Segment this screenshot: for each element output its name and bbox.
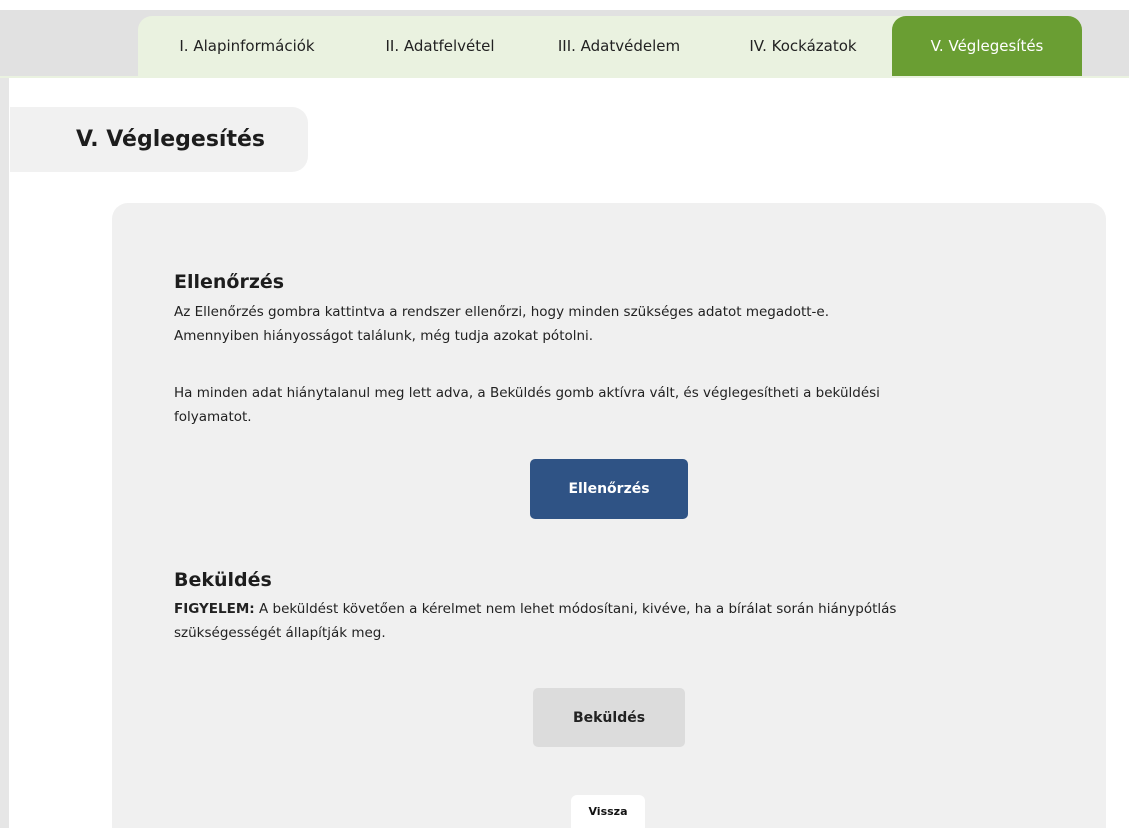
check-button[interactable]: Ellenőrzés [530,459,688,519]
submit-warning: FIGYELEM: A beküldést követően a kérelme… [174,597,1054,645]
back-button[interactable]: Vissza [571,795,645,828]
check-note-line1: Ha minden adat hiánytalanul meg lett adv… [174,385,880,401]
check-description-line2: Amennyiben hiányosságot találunk, még tu… [174,328,594,344]
warning-text: A beküldést követően a kérelmet nem lehe… [254,601,897,617]
tab-underline [0,76,1129,78]
page-title: V. Véglegesítés [10,107,308,172]
submit-section-title: Beküldés [174,569,272,591]
submit-warning-line2: szükségességét állapítják meg. [174,625,386,641]
check-note: Ha minden adat hiánytalanul meg lett adv… [174,381,1054,429]
check-note-line2: folyamatot. [174,409,252,425]
check-section-title: Ellenőrzés [174,271,285,293]
tab-adatvedelem[interactable]: III. Adatvédelem [524,16,714,76]
warning-label: FIGYELEM: [174,601,255,617]
tab-adatfelvetel[interactable]: II. Adatfelvétel [356,16,524,76]
check-description: Az Ellenőrzés gombra kattintva a rendsze… [174,300,1054,348]
left-border [0,78,9,828]
tab-strip: I. Alapinformációk II. Adatfelvétel III.… [138,16,1082,76]
tab-kockazatok[interactable]: IV. Kockázatok [714,16,892,76]
submit-button: Beküldés [533,688,685,747]
check-description-line1: Az Ellenőrzés gombra kattintva a rendsze… [174,304,830,320]
submit-warning-line1: FIGYELEM: A beküldést követően a kérelme… [174,597,1054,621]
tab-alapinformaciok[interactable]: I. Alapinformációk [138,16,356,76]
tab-veglegesites[interactable]: V. Véglegesítés [892,16,1082,76]
